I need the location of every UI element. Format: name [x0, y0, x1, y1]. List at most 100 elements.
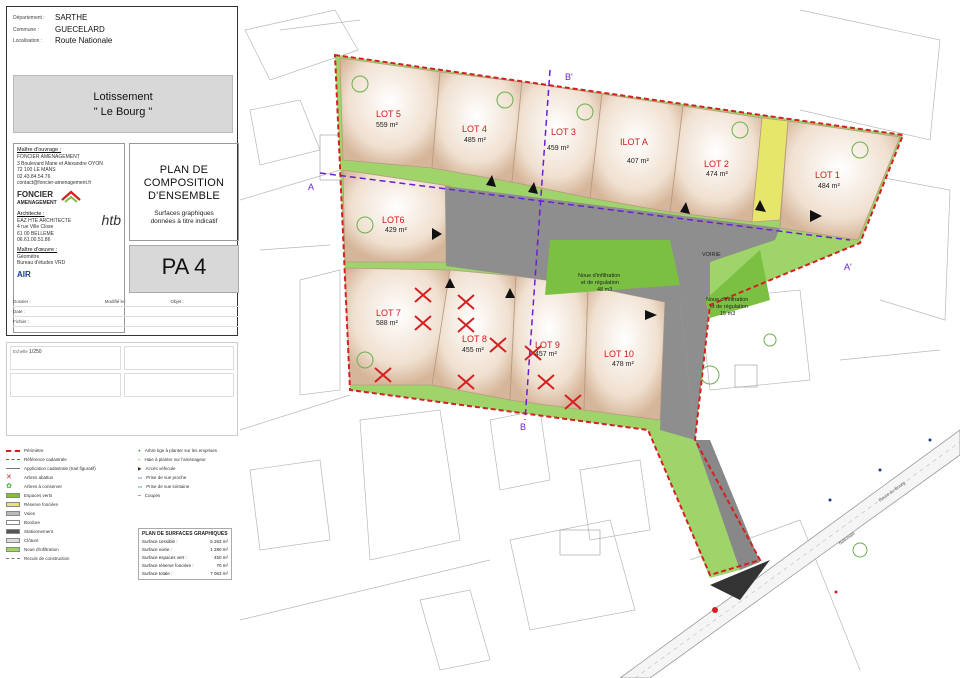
legend-section-icon: ┅ [138, 492, 141, 498]
legend-item: Haie à planter sur l'aménageur [144, 457, 206, 462]
legend-photo-far-icon: ▭ [138, 483, 143, 489]
plan-title-line2: COMPOSITION [143, 177, 225, 190]
legend-cross-icon: ✕ [6, 474, 12, 481]
legend-item: Noue d'infiltration [24, 547, 59, 552]
legend-swatch-reserve [6, 502, 20, 507]
notes-cell-2 [123, 346, 234, 370]
legend-swatch-noue [6, 547, 20, 552]
lot-label: LOT 7 [376, 308, 401, 318]
surface-value: 7 063 m² [210, 571, 228, 576]
utility-icon [834, 590, 838, 594]
legend-swatch-bordure [6, 520, 20, 525]
tree-icon [700, 365, 720, 385]
legend-item: Périmètre [24, 448, 44, 453]
foncier-amenagement-logo: FONCIER AMENAGEMENT [17, 190, 121, 207]
logo-foncier-text: FONCIER [17, 189, 53, 199]
legend-swatch-perimeter [6, 449, 20, 452]
lotissement-title: Lotissement " Le Bourg " [13, 75, 233, 133]
voirie-label: VOIRIE [702, 252, 721, 258]
lot-label: LOT 4 [462, 124, 487, 134]
legend-item: Coupes [144, 493, 161, 498]
notes-block: Echelle 1/250 [6, 342, 238, 436]
section-b-label: B [520, 422, 526, 432]
pa-number: PA 4 [129, 245, 239, 293]
fichier-label: Fichier : [13, 319, 30, 324]
legend-item: Stationnement [24, 529, 54, 534]
surface-label: Surface cessible : [142, 539, 178, 544]
maitre-oeuvre-line2: Bureau d'études VRD [17, 260, 66, 267]
lot-3-parcel [511, 81, 603, 199]
dossier-info: Dossier : Modifié le : Objet : Date : Fich… [13, 297, 239, 337]
lot-label: LOT6 [382, 215, 405, 225]
noue1-label-line1: Noue d'infiltration [578, 273, 620, 279]
plan-title-line1: PLAN DE [159, 164, 209, 176]
legend-swatch-cadastre [6, 459, 20, 460]
noue1-label-line2: et de régulation [581, 280, 619, 286]
section-a2-label: A' [844, 262, 852, 272]
surfaces-title: PLAN DE SURFACES GRAPHIQUES [142, 531, 228, 537]
surface-value: 70 m² [216, 563, 228, 568]
site-plan-map: A A' B' B LOT 5 559 m² LOT 4 485 m² LOT … [240, 0, 960, 678]
lot-area: 559 m² [376, 122, 398, 129]
legend-item: Prise de vue proche [146, 475, 187, 480]
section-b2-label: B' [565, 72, 573, 82]
legend-secondary: ● Arbre tige à planter sur les emprises ≈… [138, 446, 238, 516]
legend-swatch-cloture [6, 538, 20, 543]
lot-label: LOT 9 [535, 340, 560, 350]
scale-value: 1/250 [29, 349, 42, 355]
lot-area: 588 m² [376, 320, 398, 327]
lot-label: LOT 8 [462, 334, 487, 344]
maitre-ouvrage-label: Maître d'ouvrage : [17, 147, 62, 153]
lot-area: 459 m² [547, 145, 569, 152]
maitre-ouvrage-email: contact@foncier-amenagement.fr [17, 180, 92, 187]
utility-icon [928, 438, 932, 442]
noue2-label-line3: 15 m3 [720, 311, 735, 317]
lot-label: LOT 10 [604, 349, 634, 359]
architecte-label: Architecte : [17, 210, 45, 217]
lot-area: 457 m² [535, 351, 557, 358]
legend-item: Réserve foncière [24, 502, 59, 507]
legend-photo-near-icon: ▭ [138, 474, 143, 480]
legend-item: Accès véhicule [145, 466, 176, 471]
lot-label: LOT 2 [704, 159, 729, 169]
legend-plant-icon: ● [138, 448, 141, 453]
localisation-label: Localisation : [13, 38, 43, 45]
plan-title-line3: D'ENSEMBLE [148, 190, 220, 203]
surfaces-row: Surface voirie : 1 280 m² [142, 547, 228, 555]
lot-area: 485 m² [464, 137, 486, 144]
surfaces-row: Surface réserve foncière : 70 m² [142, 563, 228, 571]
architecte-phone: 06.61.00.51.86 [17, 237, 51, 244]
surface-value: 5 263 m² [210, 539, 228, 544]
surface-label: Surface réserve foncière : [142, 563, 194, 568]
legend-access-icon: ▶ [138, 465, 142, 471]
legend-item: Prise de vue lointaine [146, 484, 190, 489]
lot-1-parcel [779, 120, 901, 241]
noue2-label-line1: Noue d'infiltration [706, 297, 748, 303]
legend-swatch-parking [6, 529, 20, 534]
section-a-label: A [308, 182, 314, 192]
modifie-label: Modifié le : [104, 299, 127, 304]
surface-label: Surface espaces vert : [142, 555, 187, 560]
plan-subtitle-line2: données à titre indicatif [150, 218, 218, 225]
surface-label: Surface voirie : [142, 547, 173, 552]
title-block: Département : SARTHE Commune : GUECELARD L… [6, 6, 239, 337]
legend-swatch-green [6, 493, 20, 498]
plan-type-box: PLAN DE COMPOSITION D'ENSEMBLE Surfaces … [129, 143, 239, 241]
legend-item: Arbre tige à planter sur les emprises [144, 448, 217, 453]
lot-label: ILOT A [620, 137, 648, 147]
air-logo: AIR [17, 269, 31, 279]
lot-label: LOT 3 [551, 127, 576, 137]
notes-cell-3 [10, 373, 121, 397]
legend-tree-icon: ✿ [6, 483, 12, 490]
departement-value: SARTHE [55, 13, 88, 22]
localisation-value: Route Nationale [55, 36, 113, 46]
surface-value: 450 m² [213, 555, 228, 560]
ilot-a-parcel [589, 93, 684, 213]
legend-swatch-cadastre-app [6, 468, 20, 469]
legend-item: Clôture [24, 538, 39, 543]
lotissement-title-line1: Lotissement [93, 91, 153, 103]
lot-area: 484 m² [818, 183, 840, 190]
architect-logo: htb [101, 211, 121, 228]
legend-item: Bordure [24, 520, 41, 525]
lot-area: 407 m² [627, 158, 649, 165]
